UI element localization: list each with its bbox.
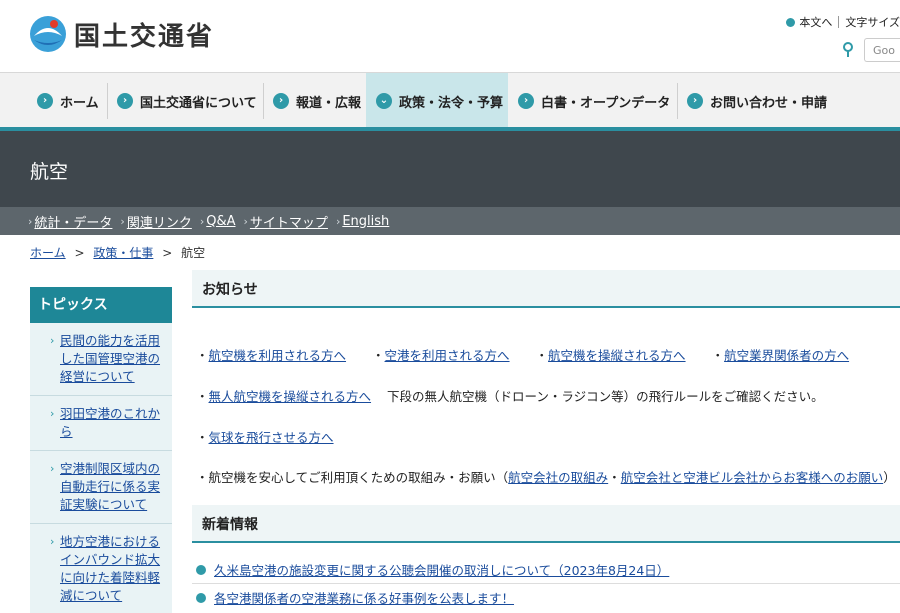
gnav-label: 報道・広報: [296, 95, 362, 111]
breadcrumb-home-link[interactable]: ホーム: [30, 246, 66, 260]
chevron-right-icon: ›: [687, 93, 703, 109]
subnav-sitemap-link[interactable]: サイトマップ: [250, 212, 328, 231]
breadcrumb-separator: >: [162, 246, 173, 260]
airport-users-link[interactable]: 空港を利用される方へ: [385, 348, 510, 363]
chevron-down-icon: ⌄: [376, 93, 392, 109]
bullet: ・: [196, 430, 209, 445]
search-input[interactable]: Goo: [864, 38, 900, 62]
chevron-right-icon: ›: [199, 214, 205, 228]
divider: [192, 583, 900, 584]
gnav-label: お問い合わせ・申請: [710, 95, 828, 111]
topic-link[interactable]: 民間の能力を活用した国管理空港の経営について: [60, 333, 160, 384]
bullet: ・: [196, 348, 209, 363]
news-header: 新着情報: [192, 505, 900, 543]
drone-operators-link[interactable]: 無人航空機を操縦される方へ: [209, 389, 372, 404]
topic-link[interactable]: 地方空港におけるインバウンド拡大に向けた着陸料軽減について: [60, 534, 160, 603]
topics-list: › 民間の能力を活用した国管理空港の経営について › 羽田空港のこれから › 空…: [30, 323, 172, 613]
chevron-right-icon: ›: [50, 407, 55, 420]
industry-link[interactable]: 航空業界関係者の方へ: [724, 348, 849, 363]
search-area: Goo: [842, 38, 900, 62]
news-link[interactable]: 久米島空港の施設変更に関する公聴会開催の取消しについて（2023年8月24日）: [214, 560, 669, 579]
mlit-logo-icon: [30, 16, 66, 52]
notice-header: お知らせ: [192, 270, 900, 308]
gnav-press[interactable]: › 報道・広報: [263, 73, 366, 129]
site-header: 国土交通省 本文へ 文字サイズ Goo: [0, 0, 900, 72]
bullet: ・: [372, 348, 385, 363]
page-banner: 航空: [0, 131, 900, 207]
bullet: ・: [535, 348, 549, 363]
divider: [838, 16, 840, 28]
page-title: 航空: [30, 161, 69, 183]
utility-links: 本文へ 文字サイズ: [786, 14, 900, 30]
chevron-right-icon: ›: [50, 462, 55, 475]
breadcrumb-separator: >: [74, 246, 85, 260]
pilots-link[interactable]: 航空機を操縦される方へ: [548, 348, 686, 363]
list-item[interactable]: › 民間の能力を活用した国管理空港の経営について: [30, 323, 172, 396]
news-title: 新着情報: [202, 517, 258, 533]
bullet-icon: [196, 564, 206, 575]
list-item[interactable]: › 空港制限区域内の自動走行に係る実証実験について: [30, 451, 172, 524]
gnav-home[interactable]: › ホーム: [27, 73, 107, 129]
customer-request-link[interactable]: 航空会社と空港ビル会社からお客様へのお願い: [621, 470, 884, 485]
notice-drone-row: ・無人航空機を操縦される方へ 下段の無人航空機（ドローン・ラジコン等）の飛行ルー…: [196, 386, 824, 405]
news-item[interactable]: 各空港関係者の空港業務に係る好事例を公表します！: [196, 588, 514, 607]
chevron-right-icon: ›: [120, 214, 125, 228]
chevron-right-icon: ›: [518, 93, 534, 109]
airline-efforts-link[interactable]: 航空会社の取組み: [508, 470, 608, 485]
gnav-contact[interactable]: › お問い合わせ・申請: [677, 73, 837, 129]
subnav-statistics-link[interactable]: 統計・データ: [34, 212, 112, 231]
chevron-right-icon: ›: [50, 535, 55, 548]
chevron-right-icon: ›: [28, 214, 33, 228]
notice-safety-row: ・航空機を安心してご利用頂くための取組み・お願い（航空会社の取組み・航空会社と空…: [196, 467, 896, 486]
chevron-right-icon: ›: [335, 214, 341, 228]
chevron-right-icon: ›: [37, 93, 53, 109]
gnav-policy[interactable]: ⌄ 政策・法令・予算: [366, 73, 508, 129]
separator-dot: ・: [608, 470, 621, 485]
bullet-icon: [196, 592, 206, 603]
bullet-icon: [786, 17, 796, 27]
breadcrumb-policy-link[interactable]: 政策・仕事: [93, 246, 153, 260]
bullet: ・: [196, 389, 209, 404]
subnav-qa-link[interactable]: Q&A: [206, 214, 235, 229]
font-size-label[interactable]: 文字サイズ: [845, 14, 900, 30]
breadcrumb: ホーム > 政策・仕事 > 航空: [30, 244, 205, 261]
sidebar-title: トピックス: [30, 287, 172, 323]
gnav-label: 政策・法令・予算: [399, 95, 504, 111]
drone-notice-text: 下段の無人航空機（ドローン・ラジコン等）の飛行ルールをご確認ください。: [387, 389, 824, 404]
gnav-label: ホーム: [60, 95, 99, 111]
bullet: ・: [196, 470, 209, 485]
closing-paren: ）: [883, 470, 896, 485]
balloon-link[interactable]: 気球を飛行させる方へ: [209, 430, 334, 445]
chevron-right-icon: ›: [273, 93, 289, 109]
topic-link[interactable]: 空港制限区域内の自動走行に係る実証実験について: [60, 461, 160, 512]
breadcrumb-current: 航空: [181, 246, 206, 260]
news-link[interactable]: 各空港関係者の空港業務に係る好事例を公表します！: [214, 588, 514, 607]
site-logo[interactable]: 国土交通省: [28, 14, 214, 54]
gnav-label: 白書・オープンデータ: [541, 95, 671, 111]
topic-link[interactable]: 羽田空港のこれから: [60, 406, 160, 439]
list-item[interactable]: › 羽田空港のこれから: [30, 396, 172, 451]
logo-text: 国土交通省: [74, 21, 215, 52]
skip-to-content-link[interactable]: 本文へ: [799, 14, 832, 30]
notice-balloon-row: ・気球を飛行させる方へ: [196, 427, 334, 446]
notice-title: お知らせ: [202, 282, 258, 298]
aircraft-users-link[interactable]: 航空機を利用される方へ: [209, 348, 347, 363]
global-nav: › ホーム › 国土交通省について › 報道・広報 ⌄ 政策・法令・予算 › 白…: [0, 72, 900, 129]
topics-sidebar: トピックス › 民間の能力を活用した国管理空港の経営について › 羽田空港のこれ…: [30, 287, 172, 613]
subnav-related-links[interactable]: 関連リンク: [127, 212, 192, 231]
notice-audience-row: ・航空機を利用される方へ ・空港を利用される方へ ・航空機を操縦される方へ ・航…: [196, 345, 871, 364]
gnav-about[interactable]: › 国土交通省について: [107, 73, 263, 129]
location-pin-icon: [843, 42, 853, 57]
bullet: ・: [711, 348, 725, 363]
chevron-right-icon: ›: [243, 214, 248, 228]
gnav-whitepaper[interactable]: › 白書・オープンデータ: [508, 73, 677, 129]
chevron-right-icon: ›: [117, 93, 133, 109]
subnav-english-link[interactable]: English: [342, 214, 389, 229]
chevron-right-icon: ›: [50, 334, 55, 347]
safety-text: 航空機を安心してご利用頂くための取組み・お願い（: [208, 470, 509, 485]
gnav-label: 国土交通省について: [140, 95, 257, 111]
news-item[interactable]: 久米島空港の施設変更に関する公聴会開催の取消しについて（2023年8月24日）: [196, 560, 669, 579]
sub-nav: › 統計・データ › 関連リンク › Q&A › サイトマップ › Englis…: [0, 207, 900, 235]
